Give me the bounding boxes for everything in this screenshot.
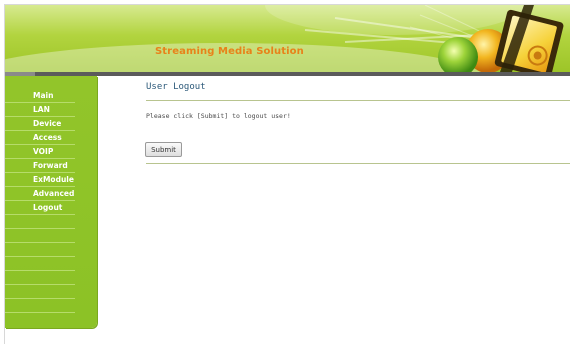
logout-instructions: Please click [Submit] to logout user! — [146, 112, 291, 120]
sidebar-item-forward[interactable]: Forward — [5, 159, 75, 173]
sidebar-item-lan[interactable]: LAN — [5, 103, 75, 117]
sidebar-nav: Main LAN Device Access VOIP Forward ExMo… — [5, 90, 75, 313]
sidebar-item-device[interactable]: Device — [5, 117, 75, 131]
sidebar-item-exmodule[interactable]: ExModule — [5, 173, 75, 187]
page-title: User Logout — [146, 82, 206, 92]
title-divider — [146, 100, 570, 101]
sidebar-empty-slot — [5, 243, 75, 257]
header-banner: Streaming Media Solution — [5, 5, 570, 72]
sidebar-empty-slot — [5, 229, 75, 243]
sidebar-item-logout[interactable]: Logout — [5, 201, 75, 215]
sidebar-item-access[interactable]: Access — [5, 131, 75, 145]
sidebar-item-main[interactable]: Main — [5, 90, 75, 103]
sidebar-empty-slot — [5, 271, 75, 285]
sidebar-empty-slot — [5, 257, 75, 271]
brand-title: Streaming Media Solution — [155, 46, 304, 57]
sidebar-empty-slot — [5, 215, 75, 229]
sidebar-item-advanced[interactable]: Advanced — [5, 187, 75, 201]
submit-button[interactable]: Submit — [145, 142, 182, 157]
sidebar-empty-slot — [5, 299, 75, 313]
sidebar-empty-slot — [5, 285, 75, 299]
banner-artwork-icon — [409, 5, 564, 72]
content-divider — [146, 163, 570, 164]
sidebar-item-voip[interactable]: VOIP — [5, 145, 75, 159]
